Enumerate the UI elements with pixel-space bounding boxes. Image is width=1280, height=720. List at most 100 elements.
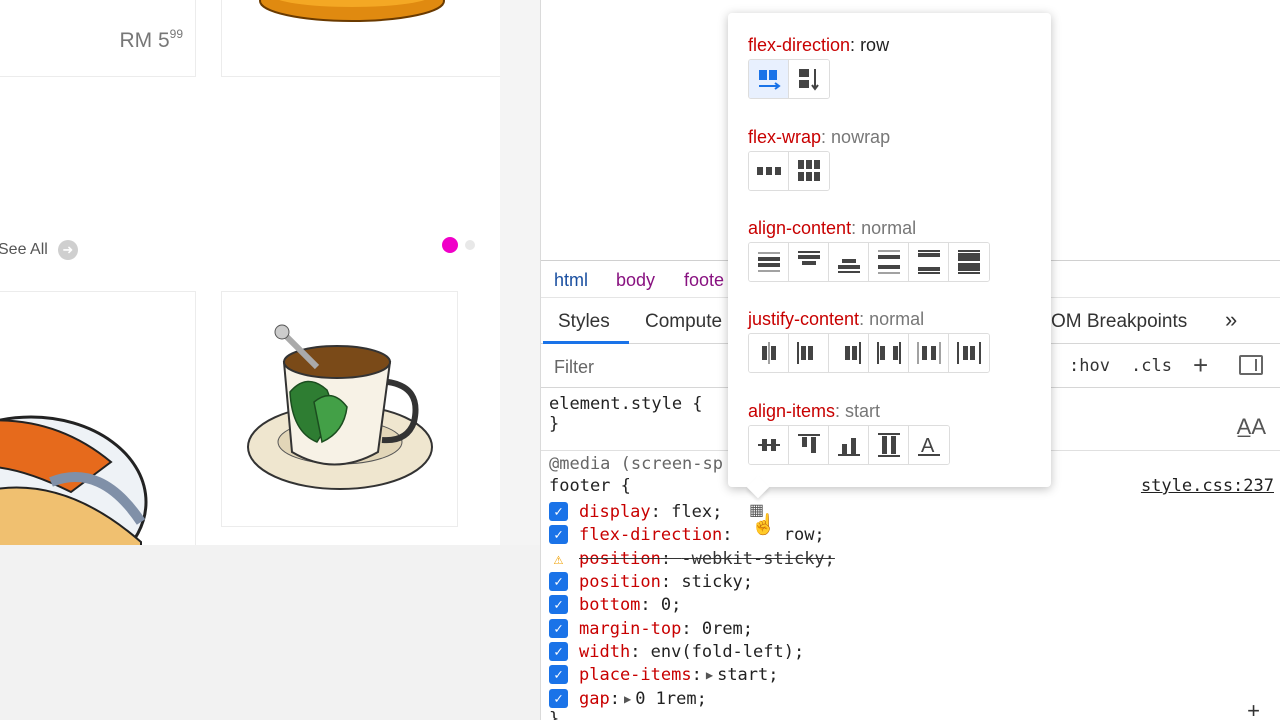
align-content-center-button[interactable] [749, 243, 789, 281]
element-style-selector: element.style { [549, 394, 703, 414]
breadcrumb-footer[interactable]: foote [684, 270, 724, 291]
justify-content-label: justify-content: normal [748, 309, 925, 329]
food-bowl-image [259, 0, 445, 22]
arrow-right-icon: ➜ [57, 240, 78, 260]
hov-toggle[interactable]: :hov [1069, 356, 1110, 376]
justify-content-end-button[interactable] [829, 334, 869, 372]
prop-name: margin-top [579, 618, 682, 639]
prop-value[interactable]: sticky; [681, 572, 753, 592]
product-card[interactable] [221, 0, 500, 77]
svg-text:A: A [921, 435, 935, 457]
flex-direction-column-icon [799, 69, 819, 91]
decl-bottom[interactable]: ✓ bottom: 0; [549, 593, 681, 616]
justify-content-space-evenly-icon [957, 342, 981, 364]
justify-content-start-icon [796, 342, 813, 364]
prop-value[interactable]: row; [784, 525, 825, 545]
prop-value[interactable]: 0 1rem; [635, 689, 707, 709]
checkbox[interactable]: ✓ [549, 642, 568, 661]
flex-wrap-nowrap-button[interactable] [749, 152, 789, 190]
align-items-buttons: A [748, 425, 950, 465]
checkbox[interactable]: ✓ [549, 689, 568, 708]
warning-icon: ⚠ [553, 549, 564, 568]
decl-gap[interactable]: ✓ gap: ▶ 0 1rem; [549, 687, 707, 710]
align-items-baseline-button[interactable]: A [909, 426, 949, 464]
product-card[interactable] [0, 291, 196, 545]
carousel-dot-active[interactable] [442, 237, 458, 253]
prop-value[interactable]: flex; [671, 502, 722, 522]
checkbox[interactable]: ✓ [549, 525, 568, 544]
element-style-rule[interactable]: element.style { } [549, 394, 703, 434]
flex-direction-row-button[interactable] [749, 60, 789, 98]
checkbox[interactable]: ✓ [549, 502, 568, 521]
filter-input[interactable]: Filter [554, 357, 594, 378]
tab-styles[interactable]: Styles [558, 311, 610, 333]
checkbox[interactable]: ✓ [549, 572, 568, 591]
prop-value[interactable]: env(fold-left); [651, 642, 805, 662]
checkbox[interactable]: ✓ [549, 595, 568, 614]
align-items-center-button[interactable] [749, 426, 789, 464]
align-items-end-button[interactable] [829, 426, 869, 464]
flex-wrap-label: flex-wrap: nowrap [748, 127, 891, 147]
justify-content-start-button[interactable] [789, 334, 829, 372]
decl-position[interactable]: ✓ position: sticky; [549, 570, 753, 593]
decl-flex-direction[interactable]: ✓ flex-direction: row; [549, 523, 825, 546]
add-property-button[interactable]: + [1247, 698, 1260, 720]
flex-direction-column-button[interactable] [789, 60, 829, 98]
expand-triangle-icon[interactable]: ▶ [624, 692, 631, 706]
align-content-center-icon [757, 252, 780, 272]
decl-place-items[interactable]: ✓ place-items: ▶ start; [549, 663, 779, 686]
decl-margin-top[interactable]: ✓ margin-top: 0rem; [549, 617, 753, 640]
align-content-space-around-button[interactable] [869, 243, 909, 281]
breadcrumb-body[interactable]: body [616, 270, 655, 291]
align-items-start-button[interactable] [789, 426, 829, 464]
align-content-start-button[interactable] [789, 243, 829, 281]
decl-width[interactable]: ✓ width: env(fold-left); [549, 640, 804, 663]
justify-content-space-evenly-button[interactable] [949, 334, 989, 372]
justify-content-end-icon [844, 342, 861, 364]
justify-content-center-button[interactable] [749, 334, 789, 372]
hand-pointer-icon: ☝ [751, 514, 776, 536]
new-rule-button[interactable]: + [1193, 350, 1208, 381]
justify-content-space-between-icon [876, 342, 901, 364]
product-card[interactable]: RM 599 [0, 0, 196, 77]
toggle-sidebar-icon[interactable] [1239, 355, 1263, 375]
align-content-end-button[interactable] [829, 243, 869, 281]
product-card[interactable] [221, 291, 458, 527]
align-content-space-between-button[interactable] [909, 243, 949, 281]
flexbox-editor-popover: flex-direction: row flex-wrap: nowrap al… [728, 13, 1051, 487]
checkbox[interactable]: ✓ [549, 665, 568, 684]
align-items-start-icon [797, 434, 820, 453]
footer-selector[interactable]: footer { [549, 476, 631, 496]
checkbox[interactable]: ✓ [549, 619, 568, 638]
prop-value[interactable]: 0; [661, 595, 681, 615]
prop-value[interactable]: start; [717, 665, 778, 685]
breadcrumb-html[interactable]: html [554, 270, 588, 291]
close-brace: } [549, 709, 560, 720]
align-content-stretch-button[interactable] [949, 243, 989, 281]
flex-wrap-buttons [748, 151, 830, 191]
prop-value[interactable]: 0rem; [702, 619, 753, 639]
source-link[interactable]: style.css:237 [1141, 476, 1274, 496]
decl-position-invalid[interactable]: ⚠ position: -webkit-sticky; [549, 547, 835, 570]
prop-name: bottom [579, 594, 641, 615]
tab-computed[interactable]: Compute [645, 311, 722, 333]
product-price: RM 599 [119, 27, 183, 52]
decl-display[interactable]: ✓ display: flex; [549, 500, 722, 523]
prop-name: flex-direction [579, 524, 723, 545]
cls-toggle[interactable]: .cls [1131, 356, 1172, 376]
food-plate-image [0, 415, 148, 545]
flex-direction-label: flex-direction: row [748, 35, 890, 55]
align-items-stretch-button[interactable] [869, 426, 909, 464]
tab-dom-breakpoints[interactable]: OM Breakpoints [1051, 311, 1187, 333]
carousel-dot[interactable] [465, 240, 475, 250]
screen: RM 599 See All ➜ html body foote Styles … [0, 0, 1280, 720]
font-editor-icon[interactable]: A̲A [1237, 414, 1266, 440]
align-items-center-icon [757, 439, 780, 451]
see-all-link[interactable]: See All ➜ [0, 240, 78, 260]
more-tabs-button[interactable]: » [1225, 307, 1237, 333]
justify-content-space-between-button[interactable] [869, 334, 909, 372]
justify-content-space-around-button[interactable] [909, 334, 949, 372]
flex-wrap-wrap-button[interactable] [789, 152, 829, 190]
justify-content-center-icon [761, 342, 776, 364]
expand-triangle-icon[interactable]: ▶ [706, 668, 713, 682]
